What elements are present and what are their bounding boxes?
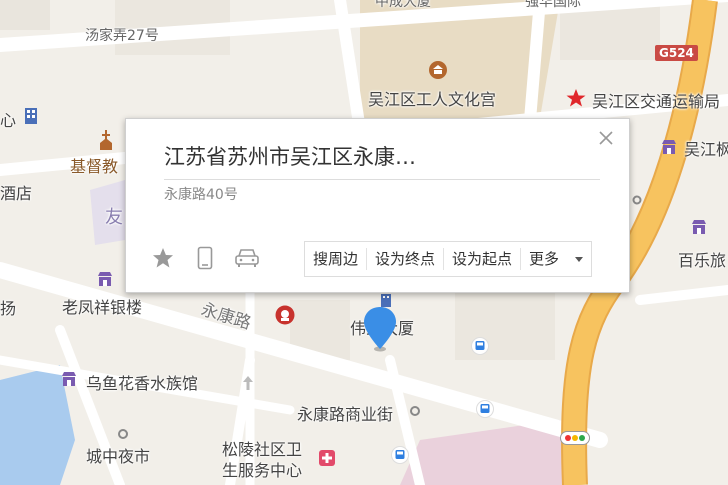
bus-stop-icon-3[interactable] bbox=[391, 446, 409, 464]
popup-title: 江苏省苏州市吴江区永康… bbox=[164, 141, 600, 180]
set-as-destination-button[interactable]: 设为终点 bbox=[367, 248, 445, 270]
map-canvas[interactable]: 中成大厦 强华国际 汤家弄27号 G524 吴江区工人文化宫 吴江区交通运输局 … bbox=[0, 0, 728, 485]
shop-icon bbox=[660, 138, 678, 156]
culture-palace-icon[interactable] bbox=[428, 60, 448, 80]
popup-actions: 搜周边 设为终点 设为起点 更多 bbox=[304, 241, 593, 277]
popup-address: 永康路40号 bbox=[164, 187, 238, 203]
popup-tools bbox=[150, 245, 260, 271]
label-tangjia: 汤家弄27号 bbox=[85, 28, 159, 44]
label-hotel[interactable]: 酒店 bbox=[0, 180, 32, 204]
set-as-origin-button[interactable]: 设为起点 bbox=[444, 248, 522, 270]
highway-badge: G524 bbox=[655, 45, 698, 61]
more-label: 更多 bbox=[529, 250, 560, 268]
hospital-icon bbox=[318, 449, 336, 467]
government-star-icon[interactable] bbox=[566, 88, 586, 108]
search-nearby-button[interactable]: 搜周边 bbox=[305, 248, 368, 270]
church-icon bbox=[98, 130, 114, 150]
taxi-car-icon[interactable] bbox=[234, 245, 260, 271]
kfc-icon bbox=[275, 305, 295, 325]
poi-dot-icon-3 bbox=[117, 428, 129, 440]
favorite-star-icon[interactable] bbox=[150, 245, 176, 271]
poi-dot-icon-2 bbox=[409, 405, 421, 417]
location-pin-icon[interactable] bbox=[362, 305, 398, 353]
chevron-down-icon bbox=[575, 256, 584, 262]
bus-stop-icon-2[interactable] bbox=[476, 400, 494, 418]
building-icon bbox=[22, 106, 40, 126]
shop-icon-3 bbox=[96, 270, 114, 288]
poi-dot-icon bbox=[632, 195, 642, 205]
label-church[interactable]: 基督教 bbox=[70, 153, 118, 177]
shop-icon-4 bbox=[60, 370, 78, 388]
arrow-up-icon bbox=[242, 376, 254, 390]
label-top-2: 强华国际 bbox=[525, 0, 581, 10]
more-dropdown-button[interactable]: 更多 bbox=[521, 248, 591, 270]
label-wujiang-right[interactable]: 吴江枫 bbox=[684, 136, 728, 160]
traffic-light-icon bbox=[560, 431, 590, 445]
label-you: 友 bbox=[105, 207, 123, 228]
label-transport-bureau[interactable]: 吴江区交通运输局 bbox=[592, 88, 720, 112]
label-yang: 扬 bbox=[0, 299, 17, 318]
label-clinic-line2[interactable]: 生服务中心 bbox=[222, 457, 302, 481]
label-top-1: 中成大厦 bbox=[375, 0, 431, 10]
shop-icon-2 bbox=[690, 218, 708, 236]
label-xin: 心 bbox=[0, 111, 17, 130]
bus-stop-icon[interactable] bbox=[471, 337, 489, 355]
location-info-popup: 江苏省苏州市吴江区永康… 永康路40号 搜周边 设为终点 设为起点 更多 bbox=[125, 118, 630, 293]
label-laofengxiang[interactable]: 老凤祥银楼 bbox=[62, 294, 142, 318]
label-aquarium[interactable]: 乌鱼花香水族馆 bbox=[86, 370, 198, 394]
label-culture-palace[interactable]: 吴江区工人文化宫 bbox=[368, 86, 496, 110]
label-baile[interactable]: 百乐旅 bbox=[678, 247, 726, 271]
label-yongkang-street[interactable]: 永康路商业街 bbox=[297, 401, 393, 425]
label-night-market[interactable]: 城中夜市 bbox=[86, 443, 150, 467]
send-to-phone-icon[interactable] bbox=[192, 245, 218, 271]
